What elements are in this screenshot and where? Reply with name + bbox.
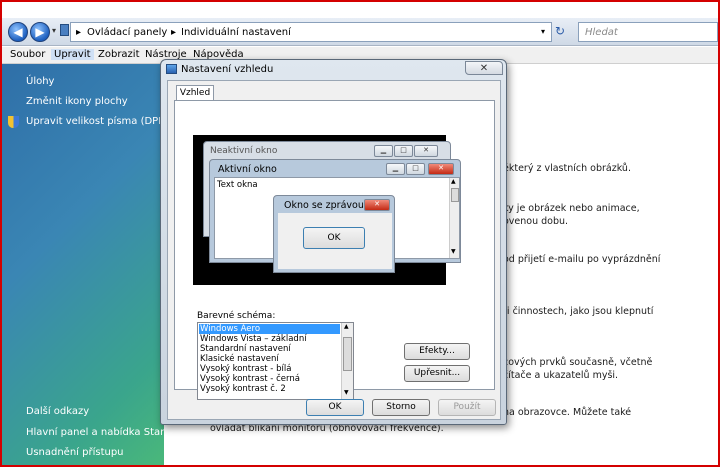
adjust-font-size-link[interactable]: Upravit velikost písma (DPI) <box>26 116 165 127</box>
inactive-window-title: Neaktivní okno <box>210 146 278 156</box>
maximize-icon: □ <box>394 145 413 157</box>
apply-button[interactable]: Použít <box>438 399 496 416</box>
advanced-button[interactable]: Upřesnit... <box>404 365 470 382</box>
tab-appearance[interactable]: Vzhled <box>176 85 214 101</box>
menu-edit[interactable]: Upravit <box>51 49 94 60</box>
forward-icon[interactable]: ▶ <box>30 22 50 42</box>
scroll-thumb <box>451 188 459 202</box>
scroll-up-icon: ▲ <box>451 178 456 185</box>
scroll-up-icon[interactable]: ▲ <box>344 323 349 330</box>
scroll-thumb[interactable] <box>343 337 352 371</box>
content-text: na obrazovce. Můžete také <box>503 407 632 418</box>
see-also-heading: Další odkazy <box>26 406 90 417</box>
scheme-item[interactable]: Windows Aero <box>199 324 340 334</box>
task-pane: Úlohy Změnit ikony plochy Upravit veliko… <box>2 64 168 465</box>
scheme-item[interactable]: Windows Vista – základní <box>199 334 340 344</box>
dialog-body: Vzhled Neaktivní okno ▁ □ ✕ Aktivní okno… <box>167 80 501 420</box>
content-text: cových prvků současně, včetně <box>503 357 653 368</box>
active-window-title: Aktivní okno <box>218 164 277 175</box>
minimize-icon: ▁ <box>386 163 405 175</box>
breadcrumb-separator-icon: ▸ <box>171 27 177 38</box>
search-placeholder: Hledat <box>585 27 618 38</box>
cancel-button[interactable]: Storno <box>372 399 430 416</box>
menu-file[interactable]: Soubor <box>10 49 45 60</box>
address-field[interactable]: ▸ Ovládací panely ▸ Individuální nastave… <box>70 22 552 42</box>
scheme-item[interactable]: Klasické nastavení <box>199 354 340 364</box>
tab-panel: Neaktivní okno ▁ □ ✕ Aktivní okno ▁ □ ✕ … <box>174 100 495 400</box>
color-scheme-list[interactable]: Windows Aero Windows Vista – základní St… <box>197 322 354 400</box>
close-icon: ✕ <box>428 163 454 175</box>
ok-button[interactable]: OK <box>306 399 364 416</box>
message-box-title: Okno se zprávou <box>284 200 364 211</box>
content-text: ři činnostech, jako jsou klepnutí <box>503 306 654 317</box>
window-text: Text okna <box>217 180 258 190</box>
preview-ok-button: OK <box>303 227 365 249</box>
recent-pages-icon[interactable]: ▾ <box>52 26 56 35</box>
appearance-preview: Neaktivní okno ▁ □ ✕ Aktivní okno ▁ □ ✕ … <box>193 135 461 285</box>
ease-of-access-link[interactable]: Usnadnění přístupu <box>26 447 124 458</box>
refresh-icon[interactable]: ↻ <box>555 24 565 38</box>
dialog-title: Nastavení vzhledu <box>181 64 274 75</box>
scroll-down-icon: ▼ <box>451 248 456 255</box>
message-box-preview: Okno se zprávou ✕ OK <box>273 195 395 273</box>
color-scheme-label: Barevné schéma: <box>197 311 276 321</box>
content-text: ěkterý z vlastních obrázků. <box>503 163 631 174</box>
taskbar-start-menu-link[interactable]: Hlavní panel a nabídka Start <box>26 427 168 438</box>
appearance-settings-dialog: Nastavení vzhledu ✕ Vzhled Neaktivní okn… <box>160 59 507 425</box>
effects-button[interactable]: Efekty... <box>404 343 470 360</box>
change-desktop-icons-link[interactable]: Změnit ikony plochy <box>26 96 128 107</box>
shield-icon <box>8 116 19 128</box>
content-text: od přijetí e-mailu po vyprázdnění <box>503 254 661 265</box>
scheme-item[interactable]: Standardní nastavení <box>199 344 340 354</box>
address-bar: ◀ ▶ ▾ ▸ Ovládací panely ▸ Individuální n… <box>2 18 718 46</box>
scheme-scrollbar[interactable]: ▲ ▼ <box>341 323 353 399</box>
display-settings-icon <box>166 64 177 74</box>
address-dropdown-icon[interactable]: ▾ <box>541 27 545 36</box>
content-text: čítače a ukazatelů myši. <box>503 370 619 381</box>
close-icon[interactable]: ✕ <box>465 61 503 75</box>
back-icon[interactable]: ◀ <box>8 22 28 42</box>
close-icon: ✕ <box>414 145 438 157</box>
scheme-item[interactable]: Vysoký kontrast č. 2 <box>199 384 340 394</box>
breadcrumb-personalization[interactable]: Individuální nastavení <box>181 27 291 38</box>
breadcrumb-control-panel[interactable]: Ovládací panely <box>87 27 167 38</box>
scroll-down-icon[interactable]: ▼ <box>344 389 349 396</box>
minimize-icon: ▁ <box>374 145 393 157</box>
content-text: ky je obrázek nebo animace, <box>503 203 640 214</box>
preview-scrollbar: ▲ ▼ <box>449 178 459 258</box>
tasks-heading: Úlohy <box>26 76 55 87</box>
scheme-item[interactable]: Vysoký kontrast - černá <box>199 374 340 384</box>
maximize-icon: □ <box>406 163 425 175</box>
close-icon: ✕ <box>364 199 390 211</box>
menu-view[interactable]: Zobrazit <box>98 49 140 60</box>
control-panel-icon <box>60 24 69 36</box>
search-input[interactable]: Hledat <box>578 22 718 42</box>
message-box-body: OK <box>278 213 392 269</box>
breadcrumb-separator-icon: ▸ <box>76 27 82 38</box>
content-text: ovenou dobu. <box>503 216 569 227</box>
scheme-item[interactable]: Vysoký kontrast - bílá <box>199 364 340 374</box>
